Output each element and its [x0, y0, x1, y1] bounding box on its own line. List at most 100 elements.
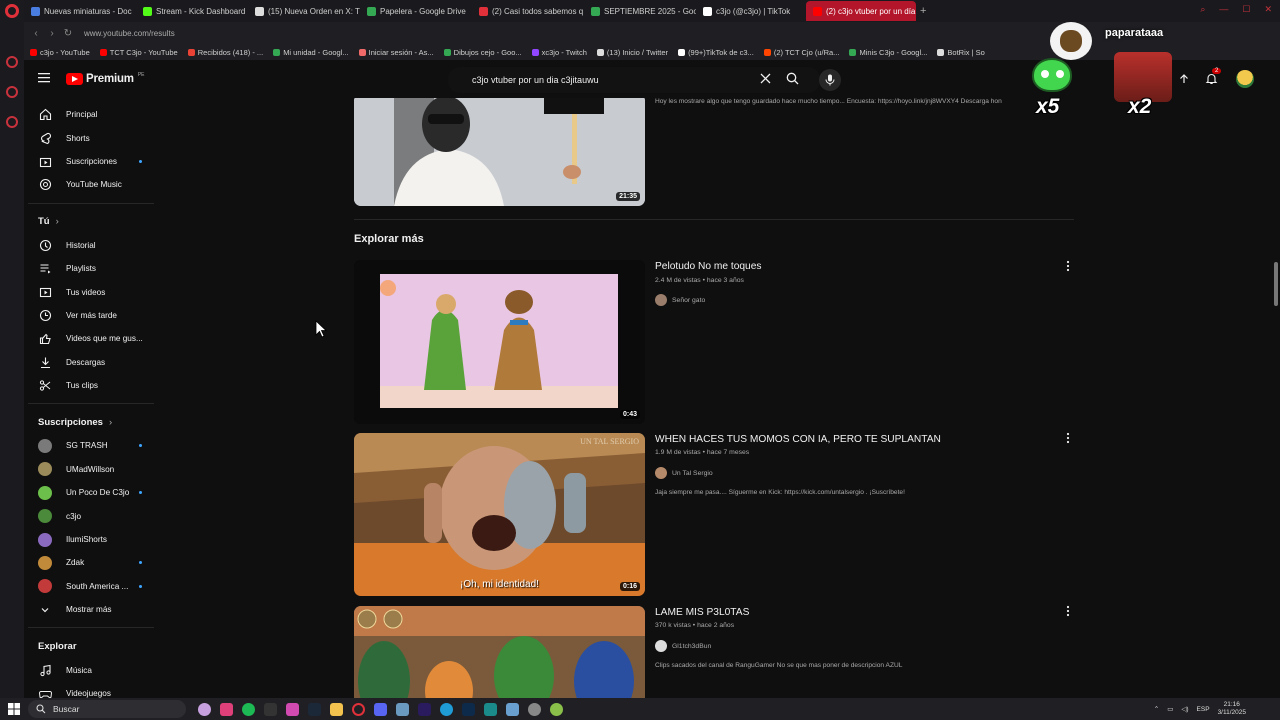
- windows-start-icon[interactable]: [8, 703, 20, 715]
- browser-tab[interactable]: Stream - Kick Dashboard: [136, 1, 248, 21]
- opera-icon[interactable]: [352, 702, 365, 716]
- file-explorer-icon[interactable]: [330, 702, 343, 716]
- volume-icon[interactable]: ◁): [1181, 705, 1188, 713]
- sidebar-item-videojuegos[interactable]: Videojuegos: [24, 682, 164, 698]
- bookmark-item[interactable]: Dibujos cejo - Goo...: [443, 48, 522, 57]
- network-icon[interactable]: ▭: [1167, 705, 1173, 713]
- video-title[interactable]: LAME MIS P3L0TAS: [655, 607, 749, 618]
- back-icon[interactable]: ‹: [28, 28, 44, 39]
- video-thumbnail[interactable]: [354, 606, 645, 698]
- create-icon[interactable]: [1178, 73, 1190, 85]
- epic-games-icon[interactable]: [264, 702, 277, 716]
- bookmark-item[interactable]: (13) Inicio / Twitter: [596, 48, 668, 57]
- sidebar-item-historial[interactable]: Historial: [24, 234, 164, 257]
- opera-sidebar-icon[interactable]: [6, 116, 18, 128]
- sidebar-subscription-item[interactable]: UMadWillson: [24, 458, 164, 481]
- sidebar-item-tus-videos[interactable]: Tus videos: [24, 280, 164, 303]
- forward-icon[interactable]: ›: [44, 28, 60, 39]
- settings-icon[interactable]: [528, 702, 541, 716]
- sidebar-item-descargas[interactable]: Descargas: [24, 351, 164, 374]
- bookmark-item[interactable]: Iniciar sesión - As...: [358, 48, 434, 57]
- premiere-icon[interactable]: [418, 702, 431, 716]
- browser-tab[interactable]: c3jo (@c3jo) | TikTok: [696, 1, 806, 21]
- video-channel[interactable]: Señor gato: [655, 294, 705, 306]
- video-channel[interactable]: Gl1tch3dBun: [655, 640, 711, 652]
- taskbar-clock[interactable]: 21:16 3/11/2025: [1218, 701, 1246, 717]
- sidebar-subscription-item[interactable]: SG TRASH: [24, 434, 164, 457]
- video-channel[interactable]: Un Tal Sergio: [655, 467, 713, 479]
- edge-icon[interactable]: [440, 702, 453, 716]
- bookmark-item[interactable]: (99+)TikTok de c3...: [678, 48, 754, 57]
- opera-logo-icon[interactable]: [5, 4, 19, 18]
- bookmark-item[interactable]: Recibidos (418) - ...: [187, 48, 263, 57]
- discord-icon[interactable]: [374, 702, 387, 716]
- more-options-icon[interactable]: [1065, 605, 1071, 617]
- sidebar-item-shorts[interactable]: Shorts: [24, 126, 164, 149]
- steam-icon[interactable]: [308, 702, 321, 716]
- you-section-header[interactable]: Tú ›: [24, 210, 164, 234]
- tray-chevron-icon[interactable]: ⌃: [1154, 705, 1159, 713]
- opera-sidebar-icon[interactable]: [6, 86, 18, 98]
- reload-icon[interactable]: ↻: [60, 28, 76, 39]
- youtube-premium-logo[interactable]: Premium PE: [66, 72, 144, 85]
- video-thumbnail[interactable]: 21:35: [354, 98, 645, 206]
- search-tabs-icon[interactable]: ⌕: [1200, 4, 1205, 15]
- subscriptions-section-header[interactable]: Suscripciones ›: [24, 410, 164, 434]
- sidebar-item-playlists[interactable]: Playlists: [24, 257, 164, 280]
- maximize-icon[interactable]: ☐: [1242, 4, 1250, 15]
- sidebar-item-ver-m-s-tarde[interactable]: Ver más tarde: [24, 304, 164, 327]
- search-icon[interactable]: [786, 72, 799, 85]
- bookmark-item[interactable]: BotRix | So: [937, 48, 985, 57]
- browser-tab[interactable]: (2) Casi todos sabemos q: [472, 1, 584, 21]
- video-thumbnail[interactable]: 0:43: [354, 260, 645, 424]
- opera-sidebar-icon[interactable]: [6, 56, 18, 68]
- clear-search-icon[interactable]: [760, 73, 771, 84]
- sidebar-subscription-item[interactable]: Un Poco De C3jo: [24, 481, 164, 504]
- taskbar-app-icon[interactable]: [286, 702, 299, 716]
- language-indicator[interactable]: ESP: [1197, 706, 1210, 713]
- taskbar-app-icon[interactable]: [550, 702, 563, 716]
- taskbar-search[interactable]: Buscar: [28, 700, 186, 718]
- account-avatar[interactable]: [1236, 70, 1254, 88]
- taskbar-app-icon[interactable]: [198, 702, 211, 716]
- close-icon[interactable]: ✕: [1264, 4, 1272, 15]
- video-thumbnail[interactable]: UN TAL SERGIO ¡Oh, mi identidad! 0:16: [354, 433, 645, 596]
- show-more-button[interactable]: Mostrar más: [24, 598, 164, 621]
- browser-tab[interactable]: Papelera - Google Drive: [360, 1, 472, 21]
- taskbar-app-icon[interactable]: [484, 702, 497, 716]
- minimize-icon[interactable]: —: [1219, 4, 1228, 15]
- notepad-icon[interactable]: [506, 702, 519, 716]
- sidebar-subscription-item[interactable]: c3jo: [24, 504, 164, 527]
- browser-tab[interactable]: (15) Nueva Orden en X: T: [248, 1, 360, 21]
- bookmark-item[interactable]: TCT C3jo - YouTube: [99, 48, 178, 57]
- page-scrollbar[interactable]: [1272, 98, 1280, 698]
- browser-tab[interactable]: SEPTIEMBRE 2025 - Goo: [584, 1, 696, 21]
- url-field[interactable]: www.youtube.com/results: [84, 29, 175, 38]
- sidebar-subscription-item[interactable]: South America ...: [24, 575, 164, 598]
- sidebar-item-tus-clips[interactable]: Tus clips: [24, 374, 164, 397]
- photoshop-icon[interactable]: [462, 702, 475, 716]
- bookmark-item[interactable]: Mi unidad - Googl...: [273, 48, 349, 57]
- microphone-icon[interactable]: [819, 69, 841, 91]
- video-title[interactable]: Pelotudo No me toques: [655, 261, 761, 272]
- taskbar-app-icon[interactable]: [220, 702, 233, 716]
- bookmark-item[interactable]: (2) TCT Cjo (u/Ra...: [763, 48, 839, 57]
- new-tab-button[interactable]: +: [916, 5, 930, 17]
- bookmark-item[interactable]: xc3jo - Twitch: [531, 48, 587, 57]
- sidebar-subscription-item[interactable]: IlumiShorts: [24, 528, 164, 551]
- browser-tab[interactable]: Nuevas miniaturas - Doc: [24, 1, 136, 21]
- more-options-icon[interactable]: [1065, 260, 1071, 272]
- spotify-icon[interactable]: [242, 702, 255, 716]
- scrollbar-thumb[interactable]: [1274, 262, 1278, 306]
- bookmark-item[interactable]: Minis C3jo - Googl...: [849, 48, 927, 57]
- sidebar-item-youtube-music[interactable]: YouTube Music: [24, 173, 164, 196]
- sidebar-item-suscripciones[interactable]: Suscripciones: [24, 150, 164, 173]
- bookmark-item[interactable]: c3jo - YouTube: [30, 48, 90, 57]
- menu-icon[interactable]: [38, 72, 52, 84]
- sidebar-item-videos-que-me-gus[interactable]: Videos que me gus...: [24, 327, 164, 350]
- sidebar-subscription-item[interactable]: Zdak: [24, 551, 164, 574]
- taskbar-app-icon[interactable]: [396, 702, 409, 716]
- sidebar-item-m-sica[interactable]: Música: [24, 658, 164, 681]
- more-options-icon[interactable]: [1065, 432, 1071, 444]
- sidebar-item-principal[interactable]: Principal: [24, 103, 164, 126]
